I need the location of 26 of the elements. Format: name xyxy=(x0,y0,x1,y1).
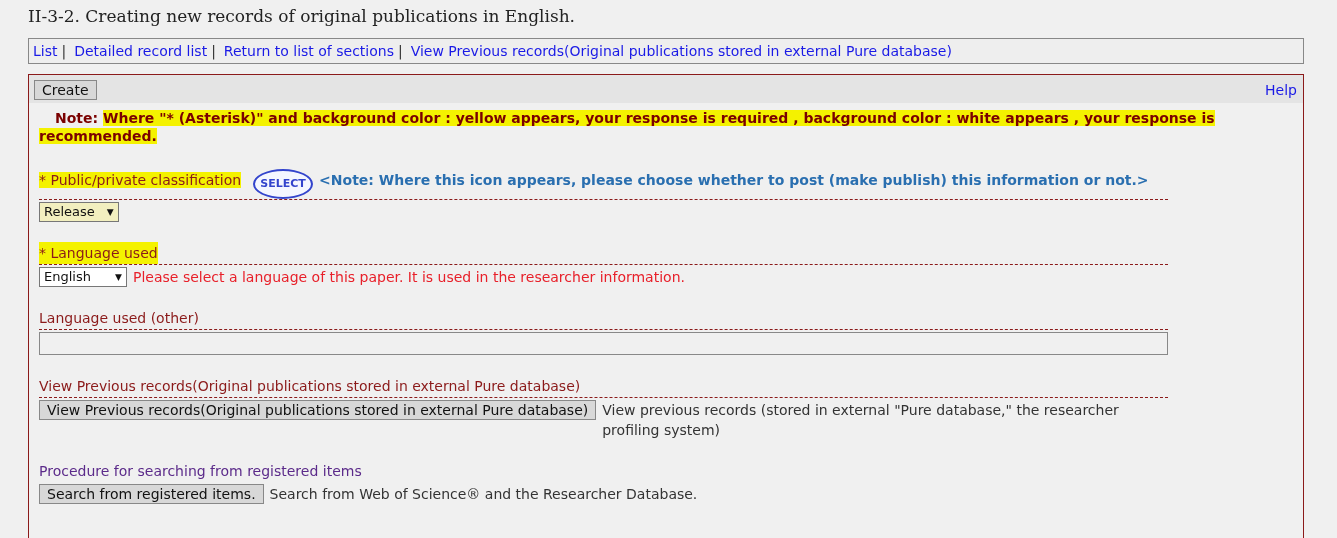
nav-link[interactable]: List xyxy=(33,43,58,59)
field-label: Language used (other) xyxy=(39,309,199,328)
description-text: Search from Web of Science® and the Researcher Database. xyxy=(269,485,698,504)
dropdown[interactable]: English ▼ xyxy=(39,267,127,287)
field-label: View Previous records(Original publications stored in external Pure database) xyxy=(39,377,581,396)
input-field[interactable] xyxy=(39,332,1168,355)
action-button[interactable]: View Previous records(Original publications stored in external Pure database) xyxy=(39,400,597,420)
page-title: II-3-2. Creating new records of original publications in English. xyxy=(28,6,575,26)
label-note: <Note: Where this icon appears, please choose whether to post (make publish) this information or not.> xyxy=(319,172,1149,188)
action-button[interactable]: Search from registered items. xyxy=(39,484,264,504)
select-icon: SELECT xyxy=(253,169,314,199)
help-link[interactable]: Help xyxy=(1265,82,1297,98)
dropdown[interactable]: Release ▼ xyxy=(39,202,119,222)
separator: | xyxy=(397,43,403,59)
description-text: View previous records (stored in external "Pure database," the researcher profiling system) xyxy=(602,401,1120,440)
hint-text: Please select a language of this paper. It is used in the researcher information. xyxy=(133,268,685,287)
field-label: Procedure for searching from registered items xyxy=(39,462,362,481)
create-button[interactable]: Create xyxy=(34,80,97,100)
note-text: Note: Where "* (Asterisk)" and background color : yellow appears, your response is required , background color : white appears , your response is recommended. xyxy=(39,109,1216,145)
nav-link[interactable]: View Previous records(Original publications stored in external Pure database) xyxy=(410,43,952,59)
field-label: * Language used xyxy=(39,242,158,264)
field-label: * Public/private classification xyxy=(39,172,242,188)
separator: | xyxy=(61,43,67,59)
nav-link[interactable]: Return to list of sections xyxy=(223,43,394,59)
nav-link[interactable]: Detailed record list xyxy=(74,43,208,59)
separator: | xyxy=(211,43,216,59)
